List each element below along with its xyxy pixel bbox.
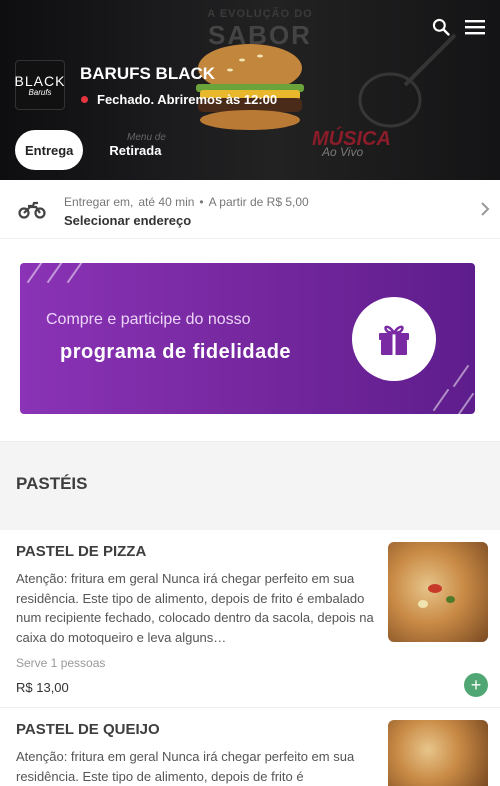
closed-status-dot	[81, 96, 88, 103]
gift-icon	[352, 297, 436, 381]
store-status: Fechado. Abriremos às 12:00	[81, 92, 277, 107]
store-name: BARUFS BLACK	[80, 64, 216, 83]
product-description: Atenção: fritura em geral Nunca irá cheg…	[16, 749, 355, 784]
category-header: PASTÉIS	[0, 442, 500, 530]
loyalty-banner[interactable]: Compre e participe do nosso programa de …	[20, 263, 475, 414]
product-image	[388, 720, 488, 786]
delivery-min-price: A partir de R$ 5,00	[208, 195, 309, 209]
loyalty-banner-section: Compre e participe do nosso programa de …	[0, 239, 500, 442]
hero-small-text: A EVOLUÇÃO DO	[207, 8, 313, 20]
product-title: PASTEL DE PIZZA	[16, 543, 147, 560]
store-header: A EVOLUÇÃO DO SABOR Menu de MÚSICA Ao Vi…	[0, 0, 500, 180]
burger-image	[190, 40, 310, 130]
product-card[interactable]: PASTEL DE QUEIJO Atenção: fritura em ger…	[0, 708, 500, 786]
store-status-text: Fechado. Abriremos às 12:00	[97, 92, 278, 107]
herb-detail	[446, 596, 455, 603]
order-type-tabs: Entrega Retirada	[15, 130, 171, 170]
product-title: PASTEL DE QUEIJO	[16, 721, 160, 738]
category-title: PASTÉIS	[16, 474, 88, 493]
tab-entrega[interactable]: Entrega	[15, 130, 84, 170]
motorcycle-icon	[18, 198, 46, 225]
guitar-art	[350, 30, 460, 140]
select-address-link[interactable]: Selecionar endereço	[64, 213, 191, 228]
product-description: Atenção: fritura em geral Nunca irá cheg…	[16, 571, 374, 645]
product-image	[388, 542, 488, 642]
menu-icon[interactable]	[464, 16, 486, 38]
delivery-estimate: Entregar em, até 40 min • A partir de R$…	[64, 195, 309, 209]
search-icon[interactable]	[430, 16, 452, 38]
product-price: R$ 13,00	[16, 680, 69, 695]
chevron-right-icon	[480, 201, 490, 222]
delivery-time: até 40 min	[138, 195, 195, 209]
delivery-prefix: Entregar em,	[64, 195, 134, 209]
banner-line2: programa de fidelidade	[60, 341, 292, 363]
store-logo: BLACK Barufs	[15, 60, 65, 110]
banner-stripe	[452, 364, 470, 388]
delivery-address-bar[interactable]: Entregar em, até 40 min • A partir de R$…	[0, 180, 500, 239]
product-card[interactable]: PASTEL DE PIZZA Atenção: fritura em gera…	[0, 530, 500, 708]
banner-line1: Compre e participe do nosso	[46, 311, 251, 328]
hero-ao-vivo: Ao Vivo	[322, 145, 364, 159]
header-actions	[430, 16, 486, 38]
logo-text-black: BLACK	[14, 72, 66, 89]
banner-stripe	[457, 392, 475, 414]
logo-text-barufs: Barufs	[28, 87, 52, 97]
cheese-detail	[418, 600, 428, 608]
banner-stripe	[432, 388, 450, 412]
tab-retirada[interactable]: Retirada	[99, 130, 171, 170]
tomato-detail	[428, 584, 442, 593]
banner-stripe	[26, 263, 44, 284]
add-product-button[interactable]: +	[464, 673, 488, 697]
banner-stripe	[66, 263, 84, 284]
delivery-separator: •	[199, 195, 204, 209]
product-serves: Serve 1 pessoas	[16, 656, 106, 670]
banner-stripe	[46, 263, 64, 284]
